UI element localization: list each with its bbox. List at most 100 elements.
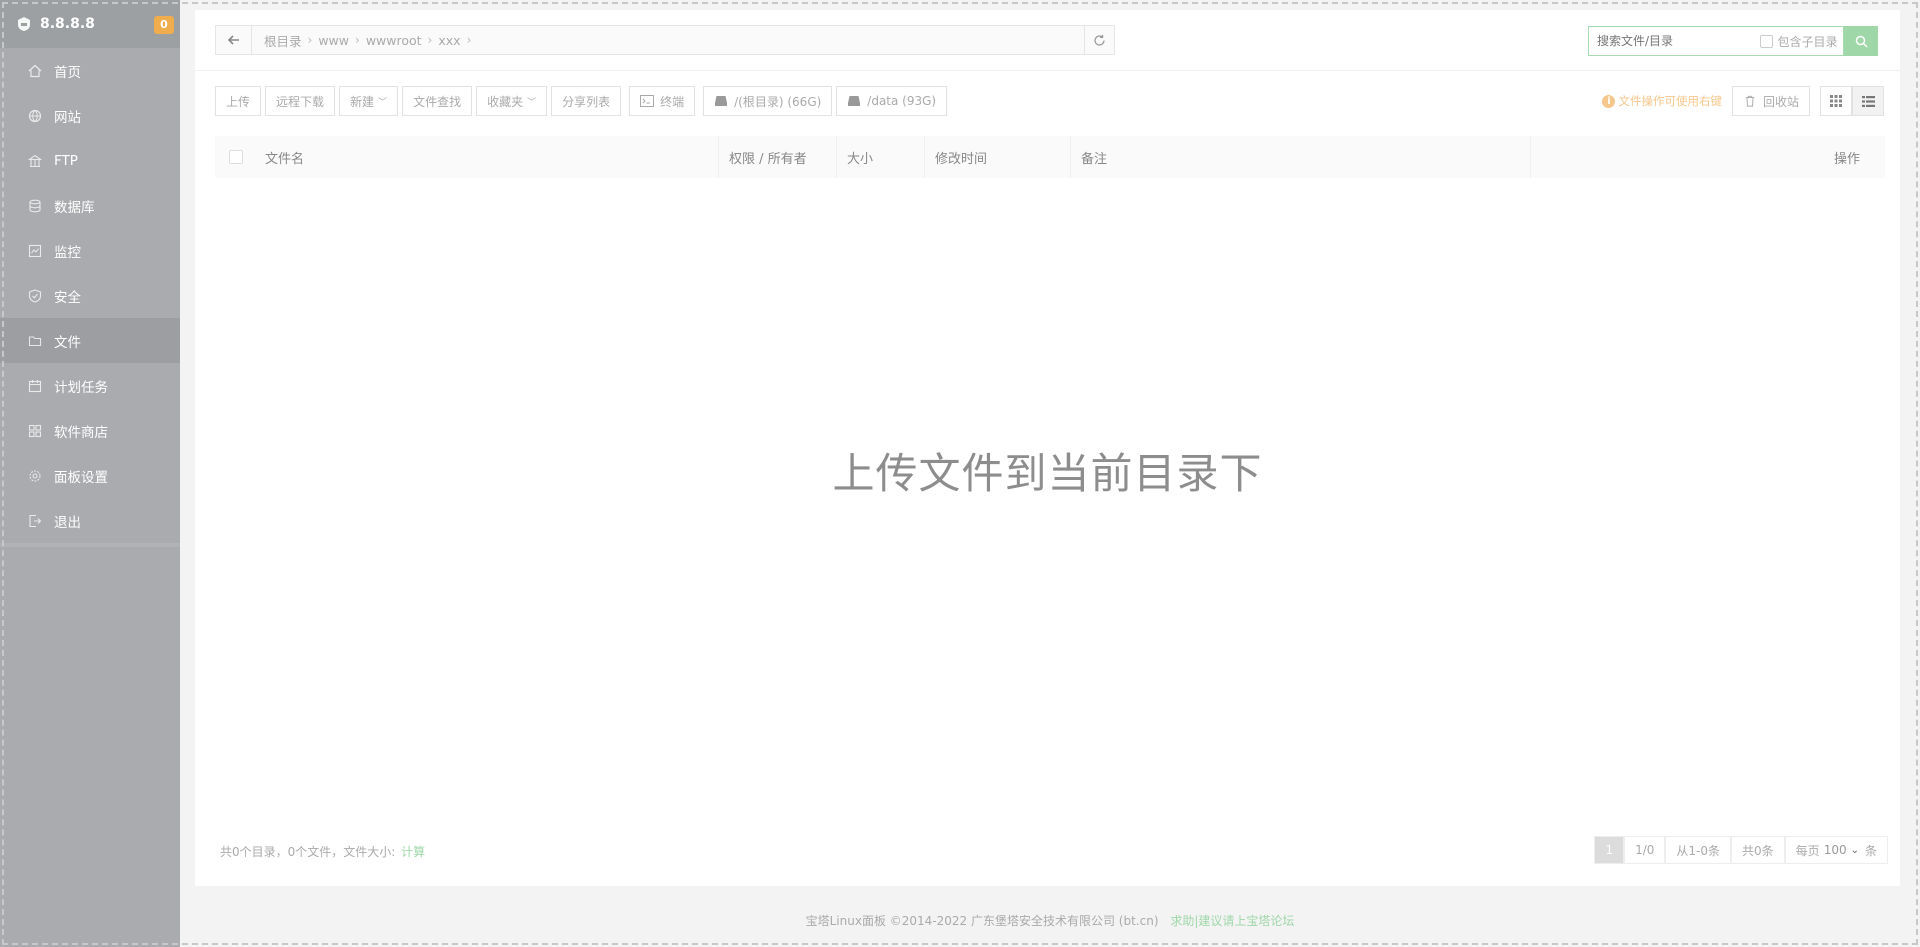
search-button[interactable]: [1844, 26, 1878, 56]
disk-root-button[interactable]: /(根目录) (66G): [703, 86, 833, 116]
sidebar-item-store[interactable]: 软件商店: [0, 408, 180, 453]
column-size[interactable]: 大小: [837, 136, 925, 178]
new-button-label: 新建: [350, 94, 375, 109]
per-page-label: 每页: [1795, 843, 1820, 858]
right-tools: i 文件操作可使用右键 回收站: [1602, 86, 1884, 116]
favorites-button[interactable]: 收藏夹 ﹀: [476, 86, 548, 116]
page-total: 共0条: [1731, 836, 1785, 864]
crumb-xxx[interactable]: xxx: [432, 33, 466, 48]
info-icon: i: [1602, 94, 1616, 108]
sidebar-item-label: 计划任务: [54, 379, 108, 396]
server-ip: 8.8.8.8: [40, 16, 95, 32]
list-view-button[interactable]: [1852, 86, 1884, 116]
calculate-size-link[interactable]: 计算: [401, 845, 425, 859]
sidebar-item-security[interactable]: 安全: [0, 273, 180, 318]
apps-icon: [28, 424, 42, 437]
sidebar-item-label: 安全: [54, 289, 81, 306]
column-permission[interactable]: 权限 / 所有者: [719, 136, 837, 178]
crumb-www[interactable]: www: [312, 33, 355, 48]
upload-button[interactable]: 上传: [215, 86, 262, 116]
summary-text: 共0个目录，0个文件，文件大小:: [220, 845, 396, 859]
path-bar: 根目录 › www › wwwroot › xxx ›: [215, 25, 1115, 55]
list-icon: [1861, 95, 1875, 107]
sidebar-item-label: 软件商店: [54, 424, 108, 441]
new-button[interactable]: 新建 ﹀: [339, 86, 399, 116]
refresh-button[interactable]: [1084, 26, 1114, 54]
sidebar-item-database[interactable]: 数据库: [0, 183, 180, 228]
sidebar-item-files[interactable]: 文件: [0, 318, 180, 363]
column-filename[interactable]: 文件名: [257, 136, 719, 178]
sidebar-item-logout[interactable]: 退出: [0, 498, 180, 543]
home-icon: [28, 64, 42, 77]
right-click-tip: i 文件操作可使用右键: [1602, 93, 1722, 109]
search-input[interactable]: [1597, 34, 1757, 48]
header-divider: [195, 70, 1900, 71]
sidebar-item-label: 面板设置: [54, 469, 108, 486]
column-actions: 操作: [1833, 151, 1860, 167]
sidebar-item-label: FTP: [54, 152, 78, 169]
directory-summary: 共0个目录，0个文件，文件大小: 计算: [220, 843, 425, 860]
include-subdir-checkbox[interactable]: [1760, 34, 1774, 48]
column-modified-time[interactable]: 修改时间: [925, 136, 1071, 178]
calendar-icon: [28, 379, 42, 392]
disk-root-label: /(根目录) (66G): [734, 94, 822, 109]
disk-data-button[interactable]: /data (93G): [836, 86, 948, 116]
select-all-checkbox[interactable]: [229, 150, 243, 164]
page-footer: 宝塔Linux面板 ©2014-2022 广东堡塔安全技术有限公司 (bt.cn…: [180, 912, 1920, 929]
sidebar-item-ftp[interactable]: FTP: [0, 138, 180, 183]
gear-icon: [29, 469, 41, 482]
terminal-button[interactable]: 终端: [629, 86, 696, 116]
forum-help-link[interactable]: 求助|建议请上宝塔论坛: [1170, 914, 1294, 928]
sidebar-nav-end: [0, 543, 180, 547]
share-list-button[interactable]: 分享列表: [551, 86, 622, 116]
sidebar-item-monitor[interactable]: 监控: [0, 228, 180, 273]
back-button[interactable]: [216, 26, 252, 54]
notification-badge[interactable]: 0: [154, 16, 174, 34]
page-count: 1/0: [1624, 836, 1666, 864]
chevron-down-icon: ﹀: [378, 97, 388, 108]
recycle-bin-button[interactable]: 回收站: [1731, 86, 1810, 116]
shield-icon: [28, 288, 42, 303]
database-icon: [29, 199, 41, 212]
page-range: 从1-0条: [1665, 836, 1732, 864]
sidebar-item-label: 数据库: [54, 199, 95, 216]
grid-view-button[interactable]: [1820, 86, 1852, 116]
logout-icon: [29, 514, 42, 527]
sidebar-item-website[interactable]: 网站: [0, 93, 180, 138]
per-page-unit: 条: [1864, 843, 1877, 858]
column-note: 备注: [1071, 136, 1531, 178]
search-icon: [1855, 35, 1868, 48]
terminal-icon: [640, 95, 655, 107]
crumb-root[interactable]: 根目录: [258, 31, 308, 50]
arrow-left-icon: [227, 35, 239, 45]
sidebar-item-home[interactable]: 首页: [0, 48, 180, 93]
recycle-bin-label: 回收站: [1762, 94, 1799, 109]
bt-logo-icon: [18, 17, 30, 31]
tip-text: 文件操作可使用右键: [1618, 94, 1722, 108]
page-current[interactable]: 1: [1594, 836, 1625, 864]
favorites-button-label: 收藏夹: [487, 94, 524, 109]
remote-download-button[interactable]: 远程下载: [265, 86, 336, 116]
chevron-right-icon: ›: [466, 33, 472, 47]
sidebar-nav: 首页 网站 FTP 数据库 监控 安全 文件 计划任务 软件商店 面板设置 退出: [0, 48, 180, 543]
chevron-down-icon: ⌄: [1850, 844, 1859, 856]
sidebar-item-cron[interactable]: 计划任务: [0, 363, 180, 408]
crumb-wwwroot[interactable]: wwwroot: [360, 33, 428, 48]
sidebar-item-label: 监控: [54, 244, 81, 261]
disk-icon: [848, 96, 861, 106]
file-search-button[interactable]: 文件查找: [402, 86, 473, 116]
per-page-select[interactable]: 每页 100 ⌄ 条: [1784, 836, 1888, 864]
file-search: 包含子目录: [1588, 26, 1878, 56]
sidebar-item-settings[interactable]: 面板设置: [0, 453, 180, 498]
include-subdir-option[interactable]: 包含子目录: [1760, 33, 1843, 50]
terminal-button-label: 终端: [660, 94, 685, 109]
folder-icon: [28, 335, 42, 346]
monitor-icon: [28, 244, 42, 257]
include-subdir-label: 包含子目录: [1777, 34, 1838, 49]
chevron-down-icon: ﹀: [527, 97, 537, 108]
disk-data-label: /data (93G): [867, 94, 937, 108]
file-toolbar: 上传 远程下载 新建 ﹀ 文件查找 收藏夹 ﹀ 分享列表 终端 /(根目录) (…: [215, 86, 951, 116]
grid-icon: [1830, 95, 1842, 107]
sidebar-brand: 8.8.8.8 0: [0, 0, 180, 48]
trash-icon: [1745, 95, 1755, 107]
